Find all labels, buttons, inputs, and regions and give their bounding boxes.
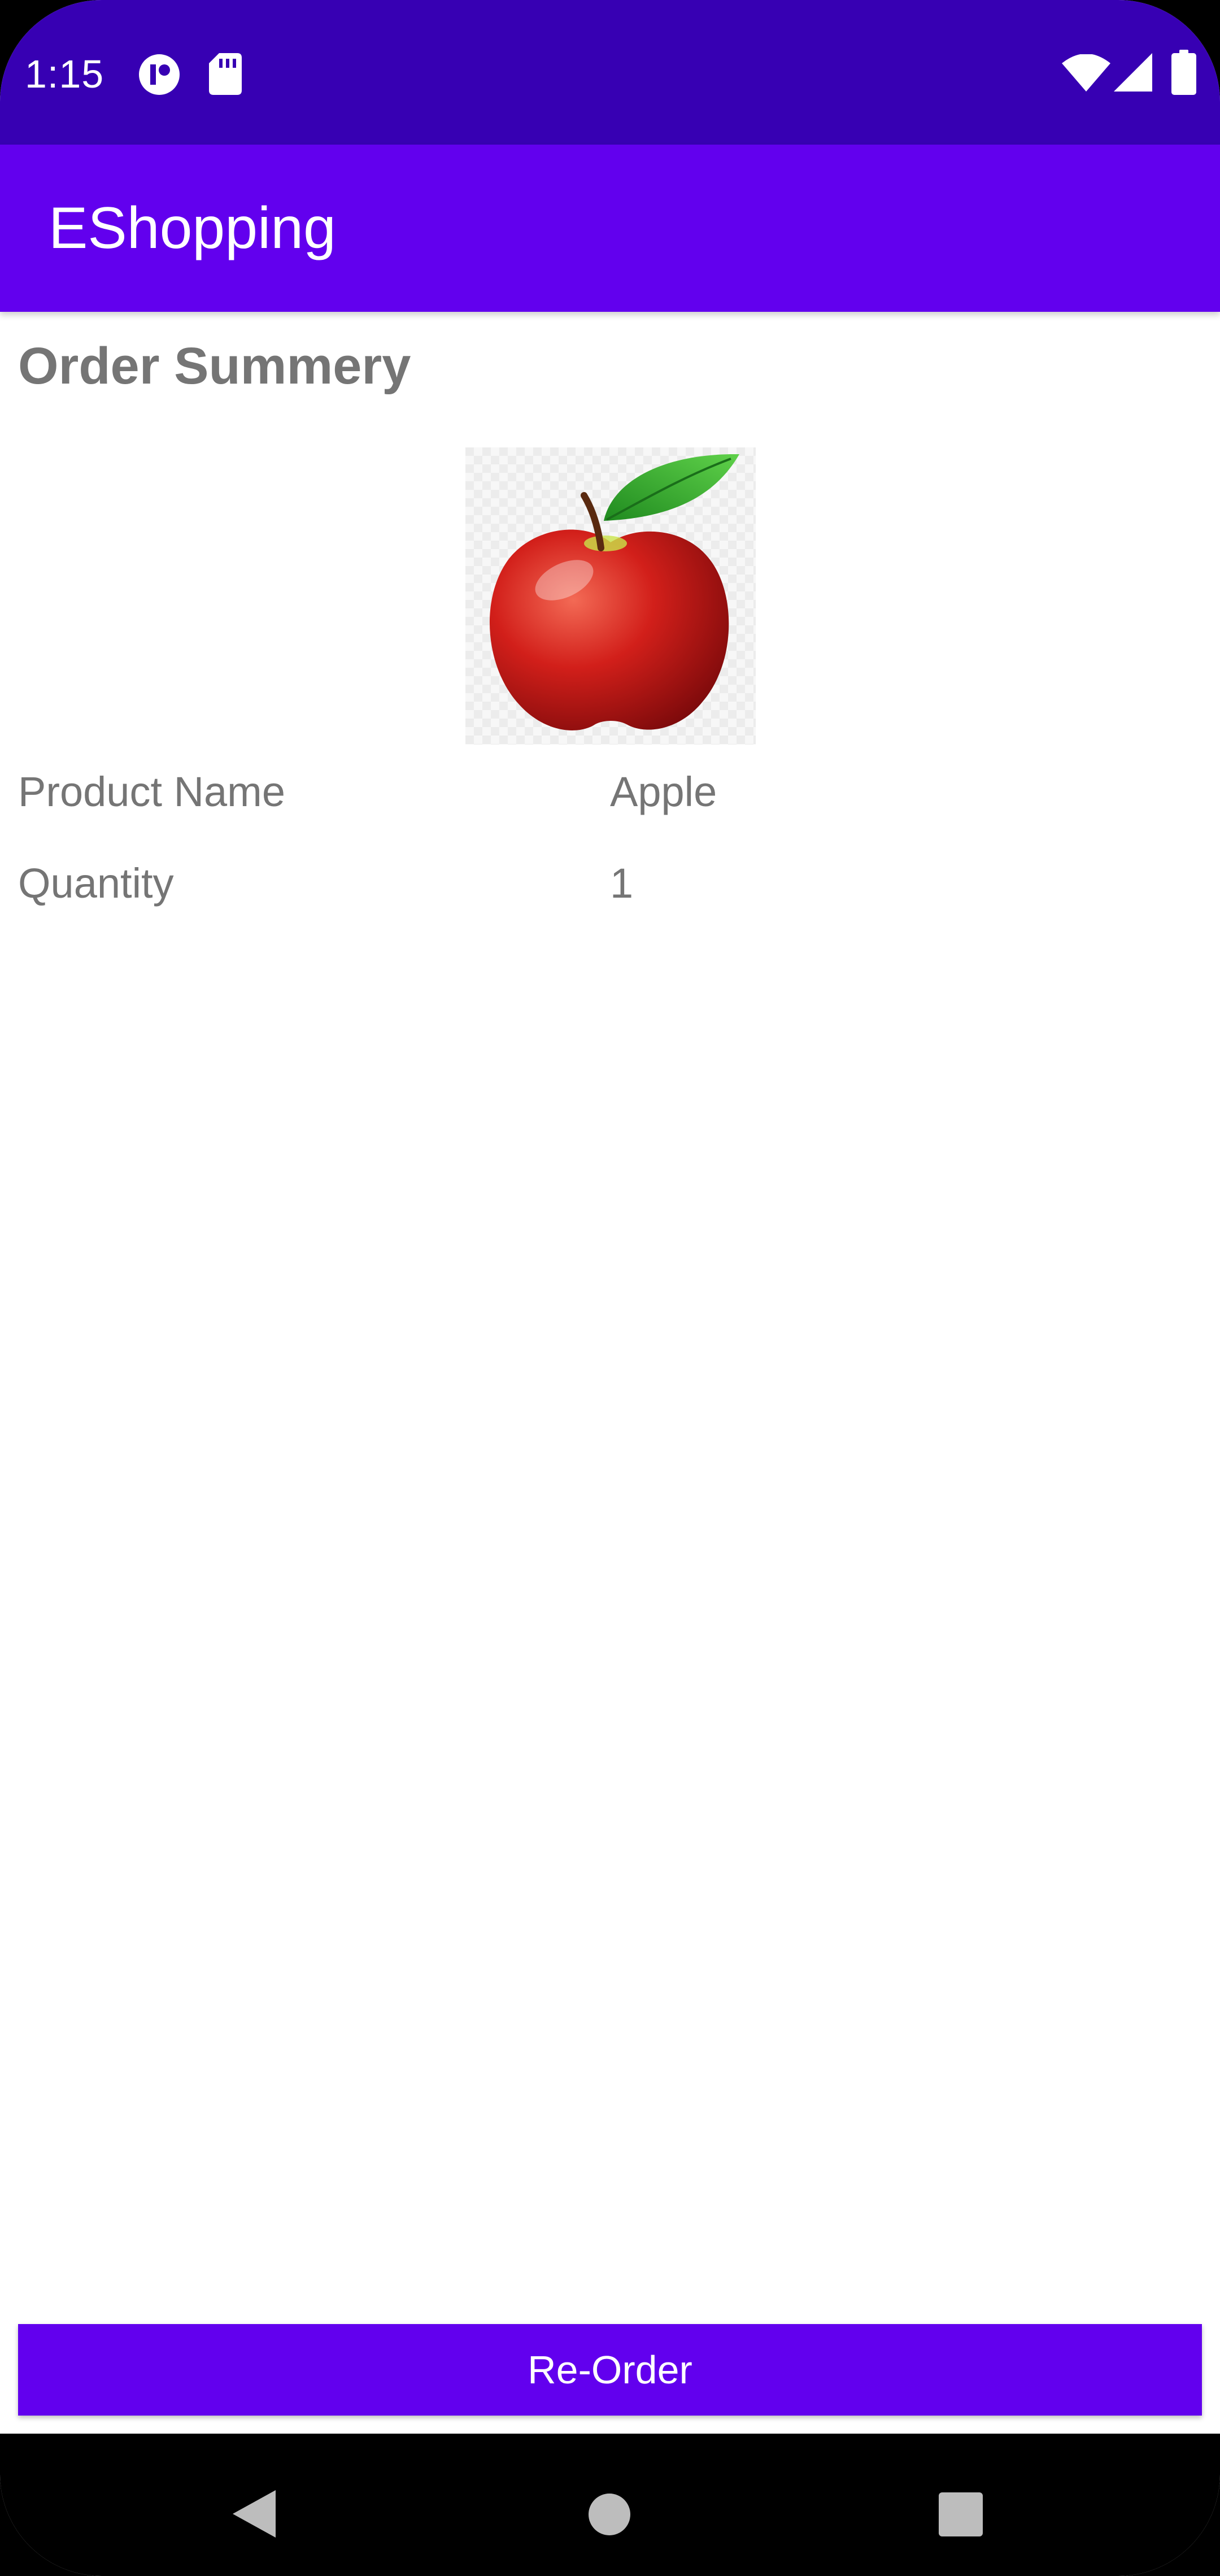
quantity-value: 1	[610, 860, 634, 907]
quantity-label: Quantity	[18, 860, 174, 907]
sd-card-icon	[209, 53, 242, 95]
product-name-value: Apple	[610, 768, 717, 815]
cell-signal-icon	[1114, 53, 1152, 92]
back-icon[interactable]	[233, 2490, 276, 2538]
product-name-label: Product Name	[18, 768, 285, 815]
battery-icon	[1171, 50, 1196, 95]
record-icon	[139, 54, 180, 95]
status-time: 1:15	[25, 52, 104, 96]
apple-image	[465, 447, 756, 745]
home-icon[interactable]	[587, 2492, 631, 2536]
app-bar: EShopping	[0, 145, 1220, 312]
page-title: Order Summery	[18, 337, 411, 395]
nav-bar	[0, 2434, 1220, 2576]
wifi-icon	[1062, 54, 1110, 92]
reorder-button[interactable]: Re-Order	[18, 2324, 1202, 2416]
app-title: EShopping	[49, 195, 336, 261]
status-bar: 1:15	[0, 0, 1220, 145]
screen: 1:15 EShopping Order Summery Product Nam…	[0, 0, 1220, 2576]
recents-icon[interactable]	[939, 2492, 983, 2536]
